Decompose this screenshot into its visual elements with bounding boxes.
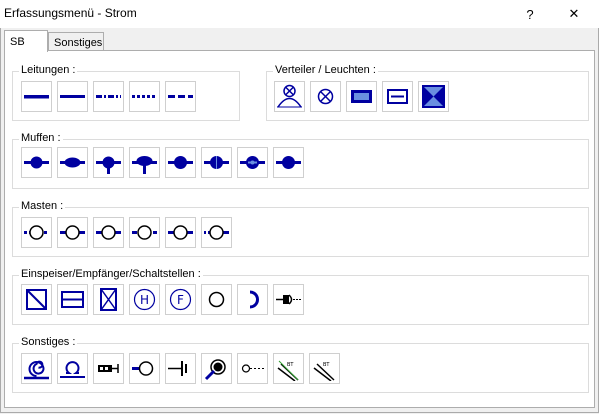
joint-oval-icon[interactable] [57, 147, 88, 178]
line-thick-icon[interactable] [21, 81, 52, 112]
circle-point-icon[interactable] [201, 284, 232, 315]
remote-station-icon[interactable]: F [165, 284, 196, 315]
cable-label-icon[interactable]: BT [309, 353, 340, 384]
line-dotted-icon[interactable] [129, 81, 160, 112]
help-button[interactable]: ? [508, 0, 552, 28]
reserve-connection-icon[interactable] [237, 353, 268, 384]
half-circle-icon[interactable] [237, 284, 268, 315]
group-label: Masten : [19, 200, 66, 212]
joint-blind-icon[interactable] [273, 147, 304, 178]
distributor-box-icon[interactable] [346, 81, 377, 112]
feeder-diagonal-icon[interactable] [21, 284, 52, 315]
house-connection-icon[interactable]: H [129, 284, 160, 315]
mast-start-icon[interactable] [201, 217, 232, 248]
cabinet-icon[interactable] [382, 81, 413, 112]
joint-branch-oval-icon[interactable] [129, 147, 160, 178]
icon-label-bt: BT [323, 362, 330, 368]
icon-letter-h: H [140, 293, 149, 307]
joint-marked-icon[interactable] [237, 147, 268, 178]
title-bar: Erfassungsmenü - Strom ? ✕ [0, 0, 599, 28]
joint-branch-round-icon[interactable] [93, 147, 124, 178]
mast-line-alt-icon[interactable] [93, 217, 124, 248]
cable-label-green-icon[interactable]: BT [273, 353, 304, 384]
mast-end-icon[interactable] [165, 217, 196, 248]
close-button[interactable]: ✕ [552, 0, 596, 28]
tab-sb[interactable]: SB [4, 30, 48, 52]
receiver-box-icon[interactable] [57, 284, 88, 315]
cable-termination-icon[interactable] [93, 353, 124, 384]
resistor-omega-icon[interactable] [57, 353, 88, 384]
group-label: Einspeiser/Empfänger/Schaltstellen : [19, 268, 203, 280]
plug-connector-icon[interactable] [273, 284, 304, 315]
mast-line-icon[interactable] [57, 217, 88, 248]
group-label: Sonstiges : [19, 336, 78, 348]
icon-label-bt: BT [287, 362, 294, 368]
lamp-icon[interactable] [310, 81, 341, 112]
mast-dashed-icon[interactable] [129, 217, 160, 248]
lamp-on-post-icon[interactable] [274, 81, 305, 112]
line-medium-icon[interactable] [57, 81, 88, 112]
tab-panel-sb: Leitungen : Verteiler / Leuchten : Muffe… [4, 50, 595, 408]
grounding-icon[interactable] [165, 353, 196, 384]
joint-transition-icon[interactable] [201, 147, 232, 178]
tab-sonstiges[interactable]: Sonstiges [48, 32, 104, 52]
line-dash-dot-icon[interactable] [93, 81, 124, 112]
group-label: Leitungen : [19, 64, 78, 76]
mast-dotted-icon[interactable] [21, 217, 52, 248]
transformer-station-icon[interactable] [418, 81, 449, 112]
window-title: Erfassungsmenü - Strom [4, 6, 137, 20]
sensor-dish-icon[interactable] [201, 353, 232, 384]
joint-round-icon[interactable] [21, 147, 52, 178]
joint-end-icon[interactable] [165, 147, 196, 178]
pole-line-end-icon[interactable] [129, 353, 160, 384]
group-label: Muffen : [19, 132, 63, 144]
icon-letter-f: F [177, 293, 184, 307]
line-dashed-icon[interactable] [165, 81, 196, 112]
switch-station-icon[interactable] [93, 284, 124, 315]
group-label: Verteiler / Leuchten : [273, 64, 378, 76]
cable-reserve-coil-icon[interactable] [21, 353, 52, 384]
